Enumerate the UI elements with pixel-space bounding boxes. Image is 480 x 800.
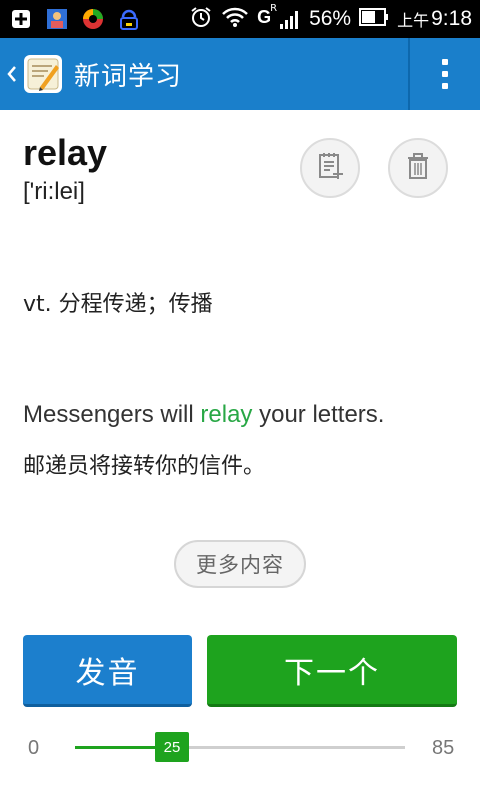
notebook-add-icon [315, 151, 345, 185]
more-content-button[interactable]: 更多内容 [174, 540, 306, 588]
wifi-lock-icon [116, 6, 142, 32]
progress-min-label: 0 [28, 737, 40, 759]
progress-slider[interactable]: 25 [75, 732, 405, 762]
battery-percent: 56% [309, 7, 352, 30]
up-navigation[interactable]: 新词学习 [0, 38, 200, 110]
word-phonetic: ['ri:lei] [23, 178, 85, 205]
pronounce-button[interactable]: 发音 [23, 635, 192, 707]
next-word-button[interactable]: 下一个 [207, 635, 457, 707]
word-title: relay [23, 132, 108, 173]
alarm-icon [189, 5, 213, 33]
highlighted-word: relay [200, 401, 253, 428]
example-sentence: Messengers will relay your letters. [23, 401, 385, 428]
clock-ampm: 上午 [397, 11, 430, 30]
progress-thumb[interactable]: 25 [155, 732, 189, 762]
cellular-signal-icon: G R [257, 3, 301, 32]
clock-time: 9:18 [431, 7, 472, 30]
trash-icon [404, 151, 432, 185]
progress-max-label: 85 [432, 737, 455, 759]
more-vert-icon [442, 59, 448, 65]
contacts-app-icon [44, 6, 70, 32]
battery-icon [359, 7, 389, 31]
app-title: 新词学习 [74, 62, 183, 92]
example-translation: 邮递员将接转你的信件。 [23, 454, 266, 479]
add-to-notebook-button[interactable] [300, 138, 360, 198]
chevron-left-icon [6, 64, 18, 88]
word-definition: vt. 分程传递；传播 [23, 292, 213, 317]
notification-icons [8, 6, 142, 32]
overflow-menu-button[interactable] [410, 38, 480, 110]
app-logo-icon [22, 53, 64, 95]
status-bar: G R 56% 上午 9:18 [0, 0, 480, 38]
app-bar: 新词学习 [0, 38, 480, 110]
delete-word-button[interactable] [388, 138, 448, 198]
system-status: G R 56% 上午 9:18 [189, 0, 472, 38]
sync-app-icon [80, 6, 106, 32]
wifi-icon [221, 6, 249, 32]
plus-box-icon [8, 6, 34, 32]
